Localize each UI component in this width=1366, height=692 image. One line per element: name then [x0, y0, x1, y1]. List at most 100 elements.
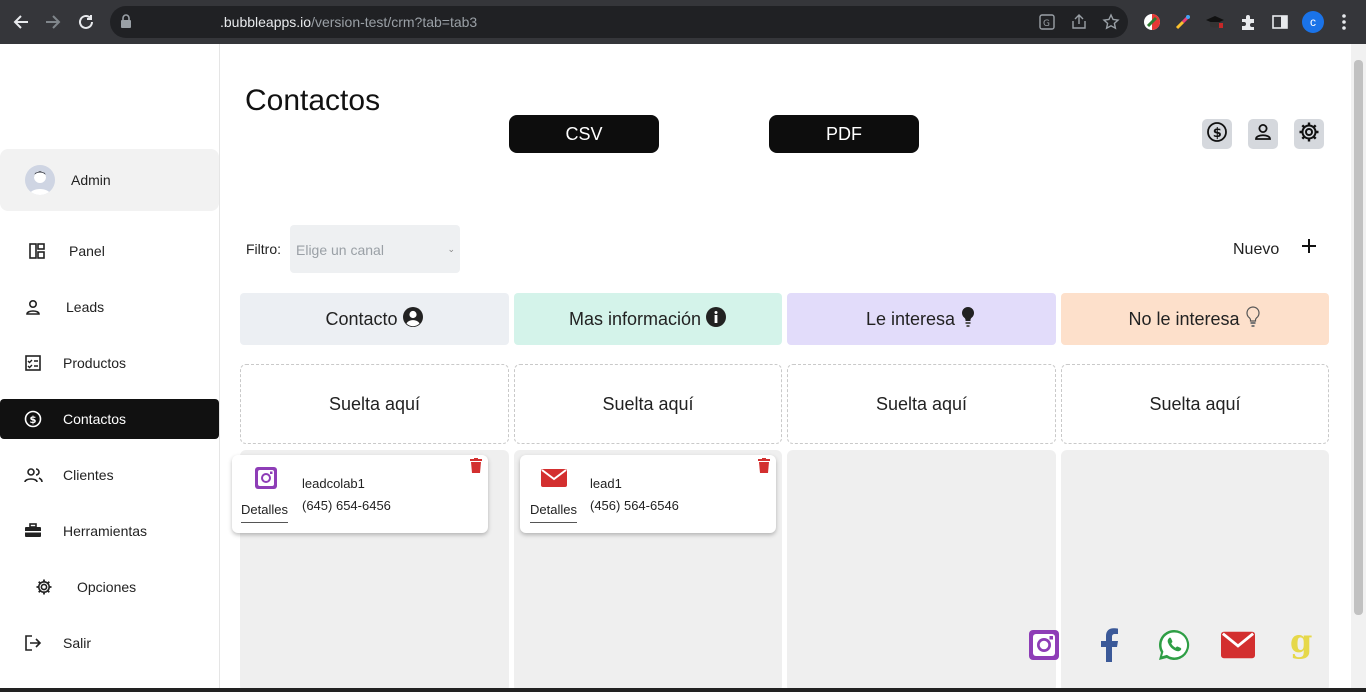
column-title: No le interesa	[1128, 308, 1240, 329]
users-icon	[24, 466, 43, 484]
drop-zone-mas-informacion[interactable]: Suelta aquí	[514, 364, 782, 444]
lead-phone: (645) 654-6456	[302, 498, 391, 513]
extensions-puzzle-icon[interactable]	[1238, 12, 1258, 32]
whatsapp-icon[interactable]	[1157, 628, 1191, 662]
extension-color-icon[interactable]	[1142, 12, 1162, 32]
drop-zone-contacto[interactable]: Suelta aquí	[240, 364, 509, 444]
sidebar-item-label: Leads	[66, 299, 105, 315]
extension-brush-icon[interactable]	[1173, 12, 1193, 32]
google-icon[interactable]: g	[1286, 628, 1320, 662]
mail-icon	[541, 469, 567, 493]
user-icon	[1253, 122, 1273, 147]
sidebar-item-productos[interactable]: Productos	[0, 343, 219, 383]
back-icon[interactable]	[10, 11, 32, 33]
lightbulb-filled-icon	[959, 305, 977, 334]
column-title: Mas información	[568, 308, 702, 329]
sidebar-item-label: Productos	[63, 355, 127, 371]
person-circle-icon	[402, 306, 424, 333]
gear-icon	[1298, 121, 1320, 148]
plus-icon	[1302, 239, 1316, 253]
lead-name: lead1	[590, 476, 622, 491]
forward-icon[interactable]	[42, 11, 64, 33]
browser-toolbar: .bubbleapps.io/version-test/crm?tab=tab3…	[0, 0, 1366, 44]
checklist-icon	[24, 354, 42, 372]
menu-kebab-icon[interactable]	[1334, 12, 1354, 32]
logout-icon	[24, 634, 42, 652]
svg-text:G: G	[1043, 19, 1050, 29]
address-bar[interactable]: .bubbleapps.io/version-test/crm?tab=tab3…	[110, 6, 1128, 38]
details-link[interactable]: Detalles	[530, 502, 577, 523]
lock-icon	[120, 14, 132, 33]
window-bottom-edge	[0, 688, 1366, 692]
sidebar-item-label: Opciones	[77, 579, 137, 595]
filter-label: Filtro:	[246, 241, 281, 257]
pdf-export-button[interactable]: PDF	[769, 115, 919, 153]
settings-button[interactable]	[1294, 119, 1324, 149]
select-placeholder: Elige un canal	[296, 242, 384, 258]
channel-filter-select[interactable]: Elige un canal ⌄	[290, 225, 460, 273]
svg-text:g: g	[1290, 628, 1312, 660]
user-icon	[24, 298, 42, 316]
lead-name: leadcolab1	[302, 476, 365, 491]
new-contact-label[interactable]: Nuevo	[1233, 241, 1279, 259]
gear-icon	[35, 578, 53, 596]
sidebar-item-opciones[interactable]: Opciones	[0, 567, 219, 607]
column-title: Le interesa	[865, 308, 956, 329]
trash-icon[interactable]	[469, 458, 483, 473]
column-header-le-interesa: Le interesa	[787, 293, 1056, 345]
sidebar-item-herramientas[interactable]: Herramientas	[0, 511, 219, 551]
toolbox-icon	[24, 522, 42, 540]
dollar-circle-icon: $	[24, 410, 42, 428]
facebook-icon[interactable]	[1092, 628, 1126, 662]
sidebar-item-label: Herramientas	[63, 523, 148, 539]
lead-card[interactable]: Detalles lead1 (456) 564-6546	[520, 455, 776, 533]
details-link[interactable]: Detalles	[241, 502, 288, 523]
lead-card[interactable]: Detalles leadcolab1 (645) 654-6456	[232, 455, 488, 533]
page-scrollbar[interactable]	[1351, 44, 1366, 688]
bookmark-star-icon[interactable]	[1102, 13, 1120, 36]
mail-icon[interactable]	[1221, 628, 1255, 662]
avatar	[25, 165, 55, 195]
sidebar-item-leads[interactable]: Leads	[0, 287, 219, 327]
dashboard-icon	[28, 242, 46, 260]
sidebar: Admin Panel Leads Productos $ Contactos …	[0, 44, 220, 692]
billing-button[interactable]: $	[1202, 119, 1232, 149]
info-circle-icon	[705, 306, 727, 333]
sidebar-item-clientes[interactable]: Clientes	[0, 455, 219, 495]
lane-le-interesa	[787, 450, 1056, 692]
svg-text:$: $	[30, 415, 37, 426]
page-title: Contactos	[245, 84, 381, 117]
instagram-icon[interactable]	[1027, 628, 1061, 662]
column-header-contacto: Contacto	[240, 293, 509, 345]
column-header-no-le-interesa: No le interesa	[1061, 293, 1329, 345]
trash-icon[interactable]	[757, 458, 771, 473]
user-name: Admin	[71, 172, 111, 188]
user-profile[interactable]: Admin	[0, 149, 219, 211]
sidebar-item-label: Clientes	[63, 467, 114, 483]
sidebar-item-label: Contactos	[63, 411, 127, 427]
share-icon[interactable]	[1070, 13, 1088, 36]
extension-graduation-icon[interactable]	[1205, 12, 1225, 32]
profile-button[interactable]	[1248, 119, 1278, 149]
sidebar-item-label: Panel	[69, 243, 105, 259]
scrollbar-thumb[interactable]	[1354, 60, 1363, 615]
csv-export-button[interactable]: CSV	[509, 115, 659, 153]
sidebar-item-label: Salir	[63, 635, 92, 651]
drop-zone-le-interesa[interactable]: Suelta aquí	[787, 364, 1056, 444]
column-header-mas-informacion: Mas información	[514, 293, 782, 345]
reload-icon[interactable]	[75, 11, 97, 33]
lead-phone: (456) 564-6546	[590, 498, 679, 513]
instagram-icon	[254, 466, 278, 490]
side-panel-icon[interactable]	[1270, 12, 1290, 32]
lightbulb-outline-icon	[1244, 305, 1262, 334]
add-contact-button[interactable]	[1299, 236, 1319, 256]
sidebar-item-contactos[interactable]: $ Contactos	[0, 399, 219, 439]
dollar-circle-icon: $	[1206, 121, 1228, 148]
drop-zone-no-le-interesa[interactable]: Suelta aquí	[1061, 364, 1329, 444]
sidebar-item-salir[interactable]: Salir	[0, 623, 219, 663]
translate-icon[interactable]: G	[1038, 13, 1056, 36]
column-title: Contacto	[325, 308, 398, 329]
url-text: .bubbleapps.io/version-test/crm?tab=tab3	[220, 14, 478, 30]
sidebar-item-panel[interactable]: Panel	[0, 231, 219, 271]
profile-avatar[interactable]: c	[1302, 11, 1324, 33]
